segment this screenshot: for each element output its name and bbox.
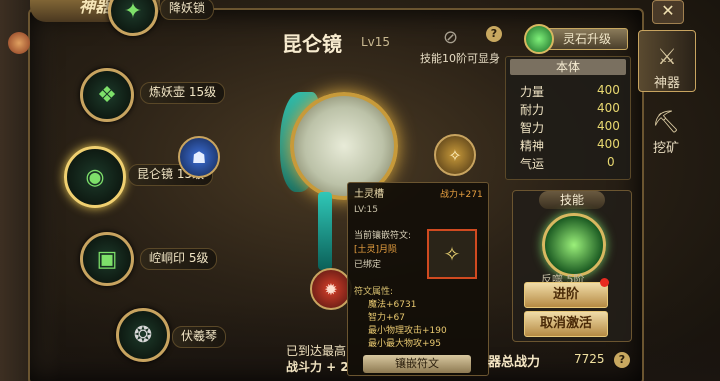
stat-value: 400	[597, 83, 620, 97]
artifact-slot-xiangyao[interactable]: ✦	[108, 0, 158, 36]
artifact-icon: ▣	[96, 246, 118, 272]
tooltip-attr: 最小最大物攻+95	[368, 339, 441, 349]
total-power-label: 器总战力	[488, 355, 541, 370]
hidden-eye-icon: ⊘	[443, 27, 459, 48]
close-button[interactable]: ✕	[652, 0, 684, 24]
home-lantern-icon[interactable]	[8, 32, 30, 54]
artifact-icon: ❖	[97, 82, 117, 108]
notification-dot	[600, 278, 609, 287]
base-stats-panel: 本体 力量 400 耐力 400 智力 400 精神 400 气运 0	[505, 56, 631, 180]
tab-label: 挖矿	[652, 141, 679, 156]
pickaxe-icon: ⛏	[652, 110, 680, 135]
power-bonus-text: 战斗力 + 2	[286, 360, 349, 374]
tooltip-power: 战力+271	[440, 190, 483, 200]
sword-icon: ⚔	[657, 45, 677, 70]
help-icon[interactable]: ?	[486, 26, 502, 42]
stat-name: 气运	[520, 157, 545, 171]
stats-title: 本体	[510, 59, 626, 75]
tooltip-name: 土灵槽	[354, 189, 384, 200]
tooltip-attr: 魔法+6731	[368, 300, 417, 310]
artifact-level: Lv15	[361, 35, 391, 49]
rune-slot-water[interactable]: ☗	[178, 136, 220, 178]
artifact-icon: ◉	[85, 164, 105, 190]
stat-value: 0	[607, 155, 615, 169]
stat-name: 耐力	[520, 103, 545, 117]
tooltip-level: LV:15	[354, 205, 378, 215]
artifact-label: 炼妖壶 15级	[140, 82, 226, 104]
rune-slot-fire[interactable]: ✹	[310, 268, 352, 310]
tab-artifact[interactable]: ⚔ 神器	[638, 30, 696, 92]
advance-button[interactable]: 进阶	[524, 282, 608, 308]
artifact-icon: ❂	[133, 322, 153, 348]
artifact-slot-fuxi[interactable]: ❂	[116, 308, 170, 362]
tooltip-attr: 最小物理攻击+190	[368, 326, 447, 336]
rune-slot-tooltip: 土灵槽 战力+271 LV:15 当前镶嵌符文: [土灵]月陨 已绑定 ✧ 符文…	[347, 182, 489, 376]
artifact-slot-kongtong[interactable]: ▣	[80, 232, 134, 286]
artifact-slot-kunlun[interactable]: ◉	[64, 146, 126, 208]
stat-name: 精神	[520, 139, 545, 153]
stat-value: 400	[597, 137, 620, 151]
tooltip-attr-title: 符文属性:	[354, 287, 394, 297]
stat-name: 力量	[520, 85, 545, 99]
spirit-stone-icon	[524, 24, 554, 54]
artifact-icon: ✦	[123, 0, 143, 24]
tooltip-bound: 已绑定	[354, 260, 382, 270]
jade-tassel	[318, 192, 332, 270]
help-icon[interactable]: ?	[614, 352, 630, 368]
artifact-label: 伏羲琴	[172, 326, 227, 348]
inlay-rune-button[interactable]: 镶嵌符文	[363, 355, 471, 373]
stat-name: 智力	[520, 121, 545, 135]
total-power-value: 7725	[574, 352, 605, 366]
skill-hint-text: 技能10阶可显身	[420, 52, 500, 65]
tab-label: 神器	[653, 76, 680, 91]
tab-mining[interactable]: ⛏ 挖矿	[638, 96, 694, 156]
skill-title: 技能	[539, 191, 605, 209]
artifact-label: 崆峒印 5级	[140, 248, 218, 270]
tooltip-current-label: 当前镶嵌符文:	[354, 231, 412, 241]
artifact-label: 降妖锁	[160, 0, 215, 20]
cancel-activation-button[interactable]: 取消激活	[524, 311, 608, 337]
max-level-text: 已到达最高	[286, 344, 347, 358]
stat-value: 400	[597, 101, 620, 115]
skill-orb-icon[interactable]	[542, 213, 606, 277]
game-scene: 神器 ✕ ✦ 降妖锁 ❖ 炼妖壶 15级 ◉ 昆仑镜 15级 ▣ 崆峒印 5级 …	[0, 0, 720, 381]
tooltip-current-rune: [土灵]月陨	[354, 245, 398, 255]
spirit-stone-upgrade-button[interactable]: 灵石升级	[546, 28, 628, 50]
rune-slot-earth[interactable]: ✧	[434, 134, 476, 176]
stat-value: 400	[597, 119, 620, 133]
tooltip-attr: 智力+67	[368, 313, 405, 323]
rune-earth-icon: ✧	[427, 229, 477, 279]
artifact-name: 昆仑镜	[282, 32, 342, 56]
artifact-slot-lianyao[interactable]: ❖	[80, 68, 134, 122]
